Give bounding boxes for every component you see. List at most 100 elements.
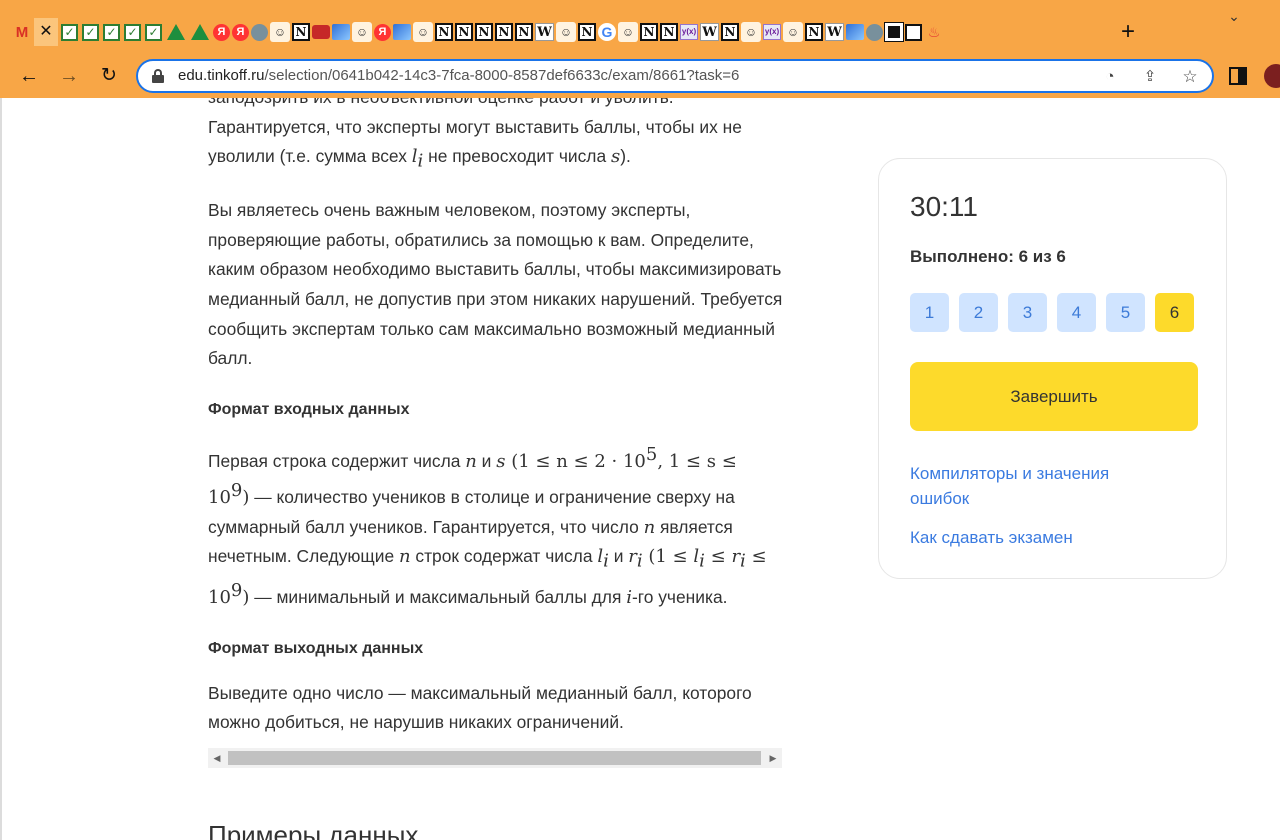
tab-yandex-icon[interactable]: Я bbox=[374, 23, 391, 41]
tab-globe-icon[interactable] bbox=[866, 23, 883, 41]
gmail-icon[interactable]: M bbox=[12, 22, 32, 42]
tab-search-button[interactable]: ⌄ bbox=[1224, 8, 1244, 25]
tab-check-icon[interactable]: ✓ bbox=[145, 23, 162, 41]
tab-globe-icon[interactable] bbox=[251, 23, 268, 41]
tab-image-icon[interactable] bbox=[846, 24, 864, 40]
tab-flame-icon[interactable]: ♨ bbox=[924, 22, 944, 42]
tab-drive-icon[interactable] bbox=[191, 24, 209, 40]
task-paragraph: Вы являетесь очень важным человеком, поэ… bbox=[208, 196, 783, 374]
tab-wikipedia-icon[interactable]: W bbox=[535, 23, 554, 41]
tab-icons: M ✕ ✓ ✓ ✓ ✓ ✓ Я Я ☺ N ☺ Я ☺ N N N N N W … bbox=[12, 18, 944, 46]
bookmark-star-icon[interactable]: ☆ bbox=[1180, 67, 1200, 87]
tab-yandex-icon[interactable]: Я bbox=[213, 23, 230, 41]
tab-check-icon[interactable]: ✓ bbox=[82, 23, 99, 41]
tab-check-icon[interactable]: ✓ bbox=[103, 23, 120, 41]
task-button-6[interactable]: 6 bbox=[1155, 293, 1194, 332]
tab-avatar-icon[interactable]: ☺ bbox=[618, 22, 638, 42]
finish-button[interactable]: Завершить bbox=[910, 362, 1198, 431]
new-tab-button[interactable]: + bbox=[1116, 20, 1140, 44]
tab-notion-icon[interactable]: N bbox=[721, 23, 739, 41]
timer: 30:11 bbox=[910, 191, 978, 222]
task-button-4[interactable]: 4 bbox=[1057, 293, 1096, 332]
tab-drive-icon[interactable] bbox=[167, 24, 185, 40]
output-text: Выведите одно число — максимальный медиа… bbox=[208, 682, 752, 733]
tab-avatar-icon[interactable]: ☺ bbox=[556, 22, 576, 42]
text: не превосходит числа bbox=[423, 146, 611, 167]
tab-notion-icon[interactable]: N bbox=[292, 23, 310, 41]
tab-notion-icon[interactable]: N bbox=[495, 23, 513, 41]
forward-icon[interactable]: → bbox=[56, 63, 82, 89]
tab-strip: M ✕ ✓ ✓ ✓ ✓ ✓ Я Я ☺ N ☺ Я ☺ N N N N N W … bbox=[0, 0, 1280, 62]
tab-check-icon[interactable]: ✓ bbox=[61, 23, 78, 41]
scrollbar-thumb[interactable] bbox=[228, 751, 761, 765]
task-button-5[interactable]: 5 bbox=[1106, 293, 1145, 332]
profile-avatar[interactable] bbox=[1264, 64, 1280, 88]
tab-notion-icon[interactable]: N bbox=[640, 23, 658, 41]
exponent: 9 bbox=[230, 480, 243, 502]
scroll-right-icon[interactable]: ▶ bbox=[764, 748, 782, 768]
var-r: r bbox=[628, 546, 637, 568]
task-button-3[interactable]: 3 bbox=[1008, 293, 1047, 332]
exponent: 9 bbox=[230, 580, 243, 602]
task-text: Вы являетесь очень важным человеком, поэ… bbox=[208, 200, 783, 369]
guarantee-paragraph: Гарантируется, что эксперты могут выстав… bbox=[208, 113, 783, 177]
share-icon[interactable]: ⇪ bbox=[1140, 67, 1160, 87]
tab-notion-icon[interactable]: N bbox=[435, 23, 453, 41]
tab-wikipedia-icon[interactable]: W bbox=[700, 23, 719, 41]
var-s: s bbox=[610, 146, 621, 168]
task-button-2[interactable]: 2 bbox=[959, 293, 998, 332]
tab-wikipedia-icon[interactable]: W bbox=[825, 23, 844, 41]
url-host: edu.tinkoff.ru bbox=[178, 67, 265, 84]
scroll-left-icon[interactable]: ◀ bbox=[208, 748, 226, 768]
text: — минимальный и максимальный баллы для bbox=[249, 587, 627, 608]
performance-icon[interactable]: ◔ bbox=[1100, 67, 1120, 87]
text: -го ученика. bbox=[631, 587, 728, 608]
horizontal-scrollbar[interactable]: ◀ ▶ bbox=[208, 748, 782, 768]
tab-yandex-icon[interactable]: Я bbox=[232, 23, 249, 41]
tab-image-icon[interactable] bbox=[393, 24, 411, 40]
tab-desmos-icon[interactable]: y(x) bbox=[763, 24, 781, 40]
var-r: r bbox=[731, 546, 741, 568]
tab-google-icon[interactable]: G bbox=[598, 23, 616, 41]
task-button-1[interactable]: 1 bbox=[910, 293, 949, 332]
tab-notion-icon[interactable]: N bbox=[660, 23, 678, 41]
url-text[interactable]: edu.tinkoff.ru/selection/0641b042-14c3-7… bbox=[178, 67, 739, 84]
close-tab-icon[interactable]: ✕ bbox=[34, 18, 58, 46]
tab-notion-icon[interactable]: N bbox=[805, 23, 823, 41]
tab-black-square-icon[interactable] bbox=[884, 22, 904, 42]
reload-icon[interactable]: ↻ bbox=[96, 63, 122, 89]
url-path: /selection/0641b042-14c3-7fca-8000-8587d… bbox=[264, 67, 740, 84]
compilers-link[interactable]: Компиляторы и значения ошибок bbox=[910, 461, 1170, 511]
back-icon[interactable]: ← bbox=[16, 63, 42, 89]
output-format-paragraph: Выведите одно число — максимальный медиа… bbox=[208, 679, 783, 738]
tab-check-icon[interactable]: ✓ bbox=[124, 23, 141, 41]
input-format-heading: Формат входных данных bbox=[208, 400, 410, 418]
clipped-text: заподозрить их в необъективной оценке ра… bbox=[208, 98, 674, 107]
tab-notion-icon[interactable]: N bbox=[455, 23, 473, 41]
side-panel-icon[interactable] bbox=[1229, 67, 1247, 85]
how-to-exam-link[interactable]: Как сдавать экзамен bbox=[910, 525, 1170, 550]
address-bar[interactable]: edu.tinkoff.ru/selection/0641b042-14c3-7… bbox=[136, 59, 1214, 93]
tab-image-icon[interactable] bbox=[332, 24, 350, 40]
math-range: (1 ≤ n ≤ 2 · 10 bbox=[505, 450, 646, 472]
exponent: 5 bbox=[645, 443, 658, 465]
window-edge bbox=[0, 98, 2, 840]
tab-avatar-icon[interactable]: ☺ bbox=[413, 22, 433, 42]
tab-notion-icon[interactable]: N bbox=[515, 23, 533, 41]
output-format-heading: Формат выходных данных bbox=[208, 639, 424, 657]
progress-text: Выполнено: 6 из 6 bbox=[910, 247, 1066, 266]
tab-notion-icon[interactable]: N bbox=[578, 23, 596, 41]
tab-avatar-icon[interactable]: ☺ bbox=[741, 22, 761, 42]
exam-status-card: 30:11 Выполнено: 6 из 6 1 2 3 4 5 6 Заве… bbox=[878, 158, 1227, 579]
tab-avatar-icon[interactable]: ☺ bbox=[352, 22, 372, 42]
tab-notion-icon[interactable]: N bbox=[475, 23, 493, 41]
task-navigation: 1 2 3 4 5 6 bbox=[910, 293, 1194, 332]
input-format-paragraph: Первая строка содержит числа n и s (1 ≤ … bbox=[208, 440, 783, 613]
tab-avatar-icon[interactable]: ☺ bbox=[270, 22, 290, 42]
page: заподозрить их в необъективной оценке ра… bbox=[0, 98, 1280, 840]
tab-avatar-icon[interactable]: ☺ bbox=[783, 22, 803, 42]
tab-square-icon[interactable] bbox=[905, 23, 922, 41]
lock-icon[interactable] bbox=[152, 69, 164, 83]
tab-desmos-icon[interactable]: y(x) bbox=[680, 24, 698, 40]
tab-red-icon[interactable] bbox=[312, 25, 330, 39]
